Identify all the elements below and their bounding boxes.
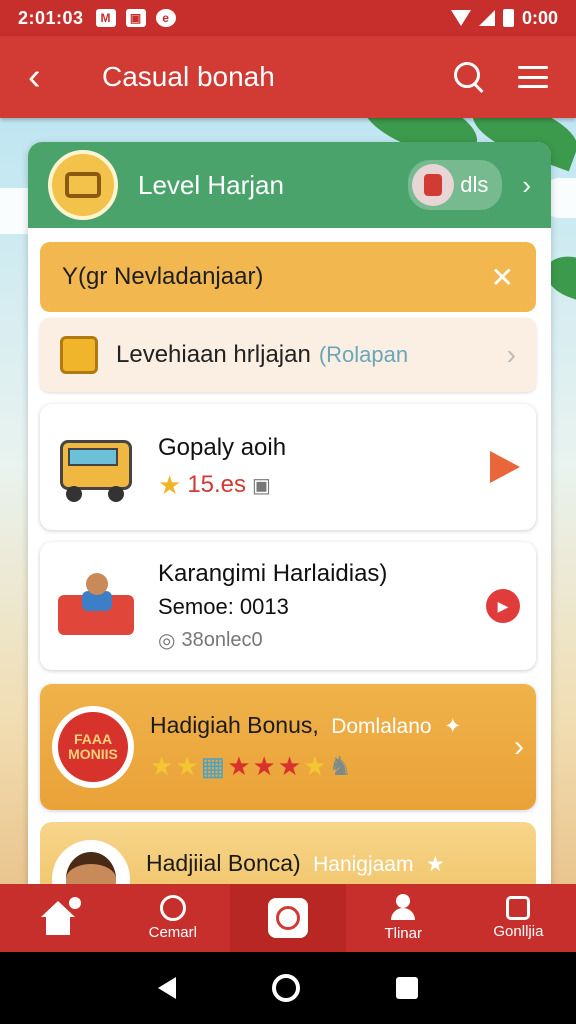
- game-card-1[interactable]: Gopaly aoih ★ 15.es ▣: [40, 404, 536, 530]
- game-title: Gopaly aoih: [158, 433, 287, 461]
- sparkle-icon: ★: [425, 853, 445, 876]
- search-icon[interactable]: [454, 62, 484, 92]
- close-icon[interactable]: ✕: [491, 261, 514, 294]
- search-icon: [159, 895, 186, 921]
- nav-center[interactable]: [230, 884, 346, 952]
- bonus-badge: FAAA MONIIS: [52, 706, 134, 788]
- app-bar: ‹ Casual bonah: [0, 36, 576, 118]
- header-pill[interactable]: dls: [408, 160, 503, 210]
- bus-game-icon: [56, 432, 136, 502]
- play-icon[interactable]: ▶: [486, 589, 520, 623]
- nav-label: Gonlljia: [493, 923, 544, 940]
- card-header: Level Harjan dls ›: [28, 142, 551, 228]
- pill-text: dls: [460, 172, 489, 197]
- ticket-icon: [412, 164, 455, 206]
- game-title: Karangimi Harlaidias): [158, 559, 388, 587]
- menu-icon[interactable]: [518, 66, 548, 88]
- status-bar: 2:01:03 M ▣ e 0:00: [0, 0, 576, 36]
- game-meta-text: 38onlec0: [181, 628, 263, 651]
- chevron-right-icon: ›: [506, 339, 516, 370]
- nav-label: Tlinar: [384, 925, 422, 942]
- bottom-nav: Cemarl Tlinar Gonlljia: [0, 884, 576, 952]
- nav-home[interactable]: [0, 884, 115, 952]
- home-icon: [40, 897, 81, 935]
- level-link-row[interactable]: Levehiaan hrljajan (Rolapan ›: [40, 318, 536, 392]
- nav-settings[interactable]: Gonlljia: [461, 884, 576, 952]
- sparkle-icon: ✦: [443, 715, 462, 738]
- nav-label: Cemarl: [148, 924, 197, 941]
- message-icon: ▣: [125, 9, 146, 27]
- banner-text: Y(gr Nevladanjaar): [62, 263, 264, 290]
- notification-icon: M: [95, 9, 116, 27]
- system-recents-icon[interactable]: [396, 977, 418, 999]
- reward-stars: ★★▦★★★★♞: [150, 751, 354, 781]
- header-title: Level Harjan: [138, 169, 284, 200]
- system-nav-bar: [0, 952, 576, 1024]
- status-right-text: 0:00: [521, 7, 558, 28]
- bonus-card[interactable]: FAAA MONIIS Hadigiah Bonus, Domlalano ✦ …: [40, 684, 536, 810]
- chevron-right-icon[interactable]: ›: [522, 170, 531, 201]
- nav-search[interactable]: Cemarl: [115, 884, 230, 952]
- status-time: 2:01:03: [18, 7, 84, 28]
- bonus-subtitle: Domlalano: [331, 715, 432, 738]
- treasure-box-icon: [60, 336, 98, 374]
- card-icon: [506, 896, 531, 920]
- battery-icon: [502, 9, 514, 27]
- badge-line-1: FAAA: [73, 730, 113, 747]
- tag-icon: ▣: [252, 474, 271, 497]
- badge-line-2: MONIIS: [68, 746, 118, 762]
- play-center-icon: [268, 898, 308, 938]
- link-title: Levehiaan hrljajan: [116, 341, 311, 368]
- bonus2-subtitle: Hanigjaam: [313, 853, 414, 876]
- game-rating: 15.es: [187, 471, 247, 498]
- app-notification-icon: e: [155, 9, 176, 27]
- bonus-title: Hadigiah Bonus,: [150, 712, 319, 738]
- bonus2-title: Hadjiial Bonca): [146, 850, 301, 876]
- system-back-icon[interactable]: [158, 977, 176, 999]
- signal-icon: [478, 10, 495, 26]
- back-arrow-icon[interactable]: ‹: [28, 58, 68, 96]
- wifi-icon: [450, 10, 471, 26]
- play-icon[interactable]: [490, 451, 520, 483]
- chevron-right-icon: ›: [514, 730, 524, 763]
- game-card-2[interactable]: Karangimi Harlaidias) Semoe: 0013 ◎ 38on…: [40, 542, 536, 670]
- level-coin-icon: [48, 150, 118, 220]
- game-subtitle: Semoe: 0013: [158, 593, 289, 619]
- system-home-icon[interactable]: [272, 974, 300, 1002]
- person-icon: [389, 894, 417, 922]
- nav-profile[interactable]: Tlinar: [346, 884, 461, 952]
- players-icon: ◎: [158, 629, 176, 652]
- notice-banner: Y(gr Nevladanjaar) ✕: [40, 242, 536, 312]
- page-title: Casual bonah: [102, 61, 275, 92]
- main-card: Level Harjan dls › Y(gr Nevladanjaar) ✕ …: [28, 142, 551, 902]
- link-subtitle: (Rolapan: [318, 342, 409, 367]
- sofa-game-icon: [56, 571, 136, 641]
- star-icon: ★: [158, 469, 182, 500]
